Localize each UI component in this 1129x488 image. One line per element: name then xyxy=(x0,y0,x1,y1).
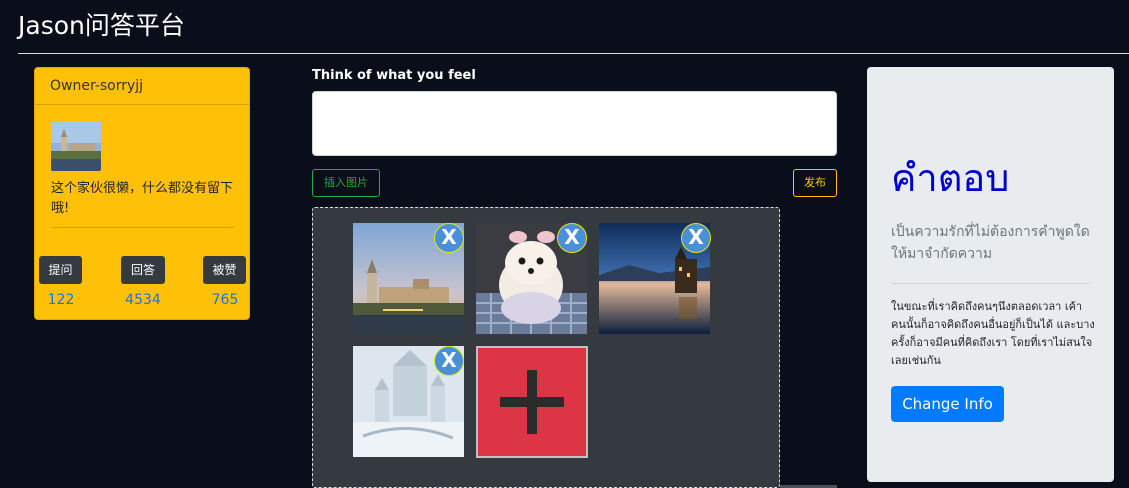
header-divider xyxy=(18,53,1129,54)
answer-body: ในขณะที่เราคิดถึงคนๆนึงตลอดเวลา เค้าคนนั… xyxy=(891,300,1095,367)
likes-count: 765 xyxy=(211,292,239,308)
remove-image-4-button[interactable]: X xyxy=(434,346,464,376)
answers-count: 4534 xyxy=(125,292,161,308)
insert-image-button[interactable]: 插入图片 xyxy=(312,169,380,197)
profile-card: Owner-sorryjj 这个家伙很懒，什么都没有留下哦! 提问 回答 被赞 … xyxy=(34,67,250,320)
profile-divider xyxy=(51,227,234,228)
profile-bio: 这个家伙很懒，什么都没有留下哦! xyxy=(51,181,234,216)
answer-card: คำตอบ เป็นความรักที่ไม่ต้องการคำพูดใดให้… xyxy=(867,67,1114,482)
publish-button[interactable]: 发布 xyxy=(793,169,837,197)
likes-button[interactable]: 被赞 xyxy=(203,256,246,284)
plus-icon xyxy=(500,370,564,434)
avatar xyxy=(51,121,101,171)
remove-image-1-button[interactable]: X xyxy=(434,223,464,253)
answer-lead: เป็นความรักที่ไม่ต้องการคำพูดใดให้มาจำกั… xyxy=(891,224,1090,262)
change-info-button[interactable]: Change Info xyxy=(891,386,1004,422)
answer-title: คำตอบ xyxy=(891,156,1010,200)
brand-title[interactable]: Jason问答平台 xyxy=(18,6,185,42)
remove-image-3-button[interactable]: X xyxy=(681,223,711,253)
profile-username: Owner-sorryjj xyxy=(35,68,249,105)
add-image-tile[interactable] xyxy=(476,346,588,458)
answers-button[interactable]: 回答 xyxy=(121,256,165,284)
composer-label: Think of what you feel xyxy=(312,68,476,83)
answer-divider xyxy=(891,283,1090,284)
questions-button[interactable]: 提问 xyxy=(39,256,82,284)
questions-count: 122 xyxy=(47,292,75,308)
remove-image-2-button[interactable]: X xyxy=(557,223,587,253)
composer-textarea[interactable] xyxy=(312,91,837,156)
